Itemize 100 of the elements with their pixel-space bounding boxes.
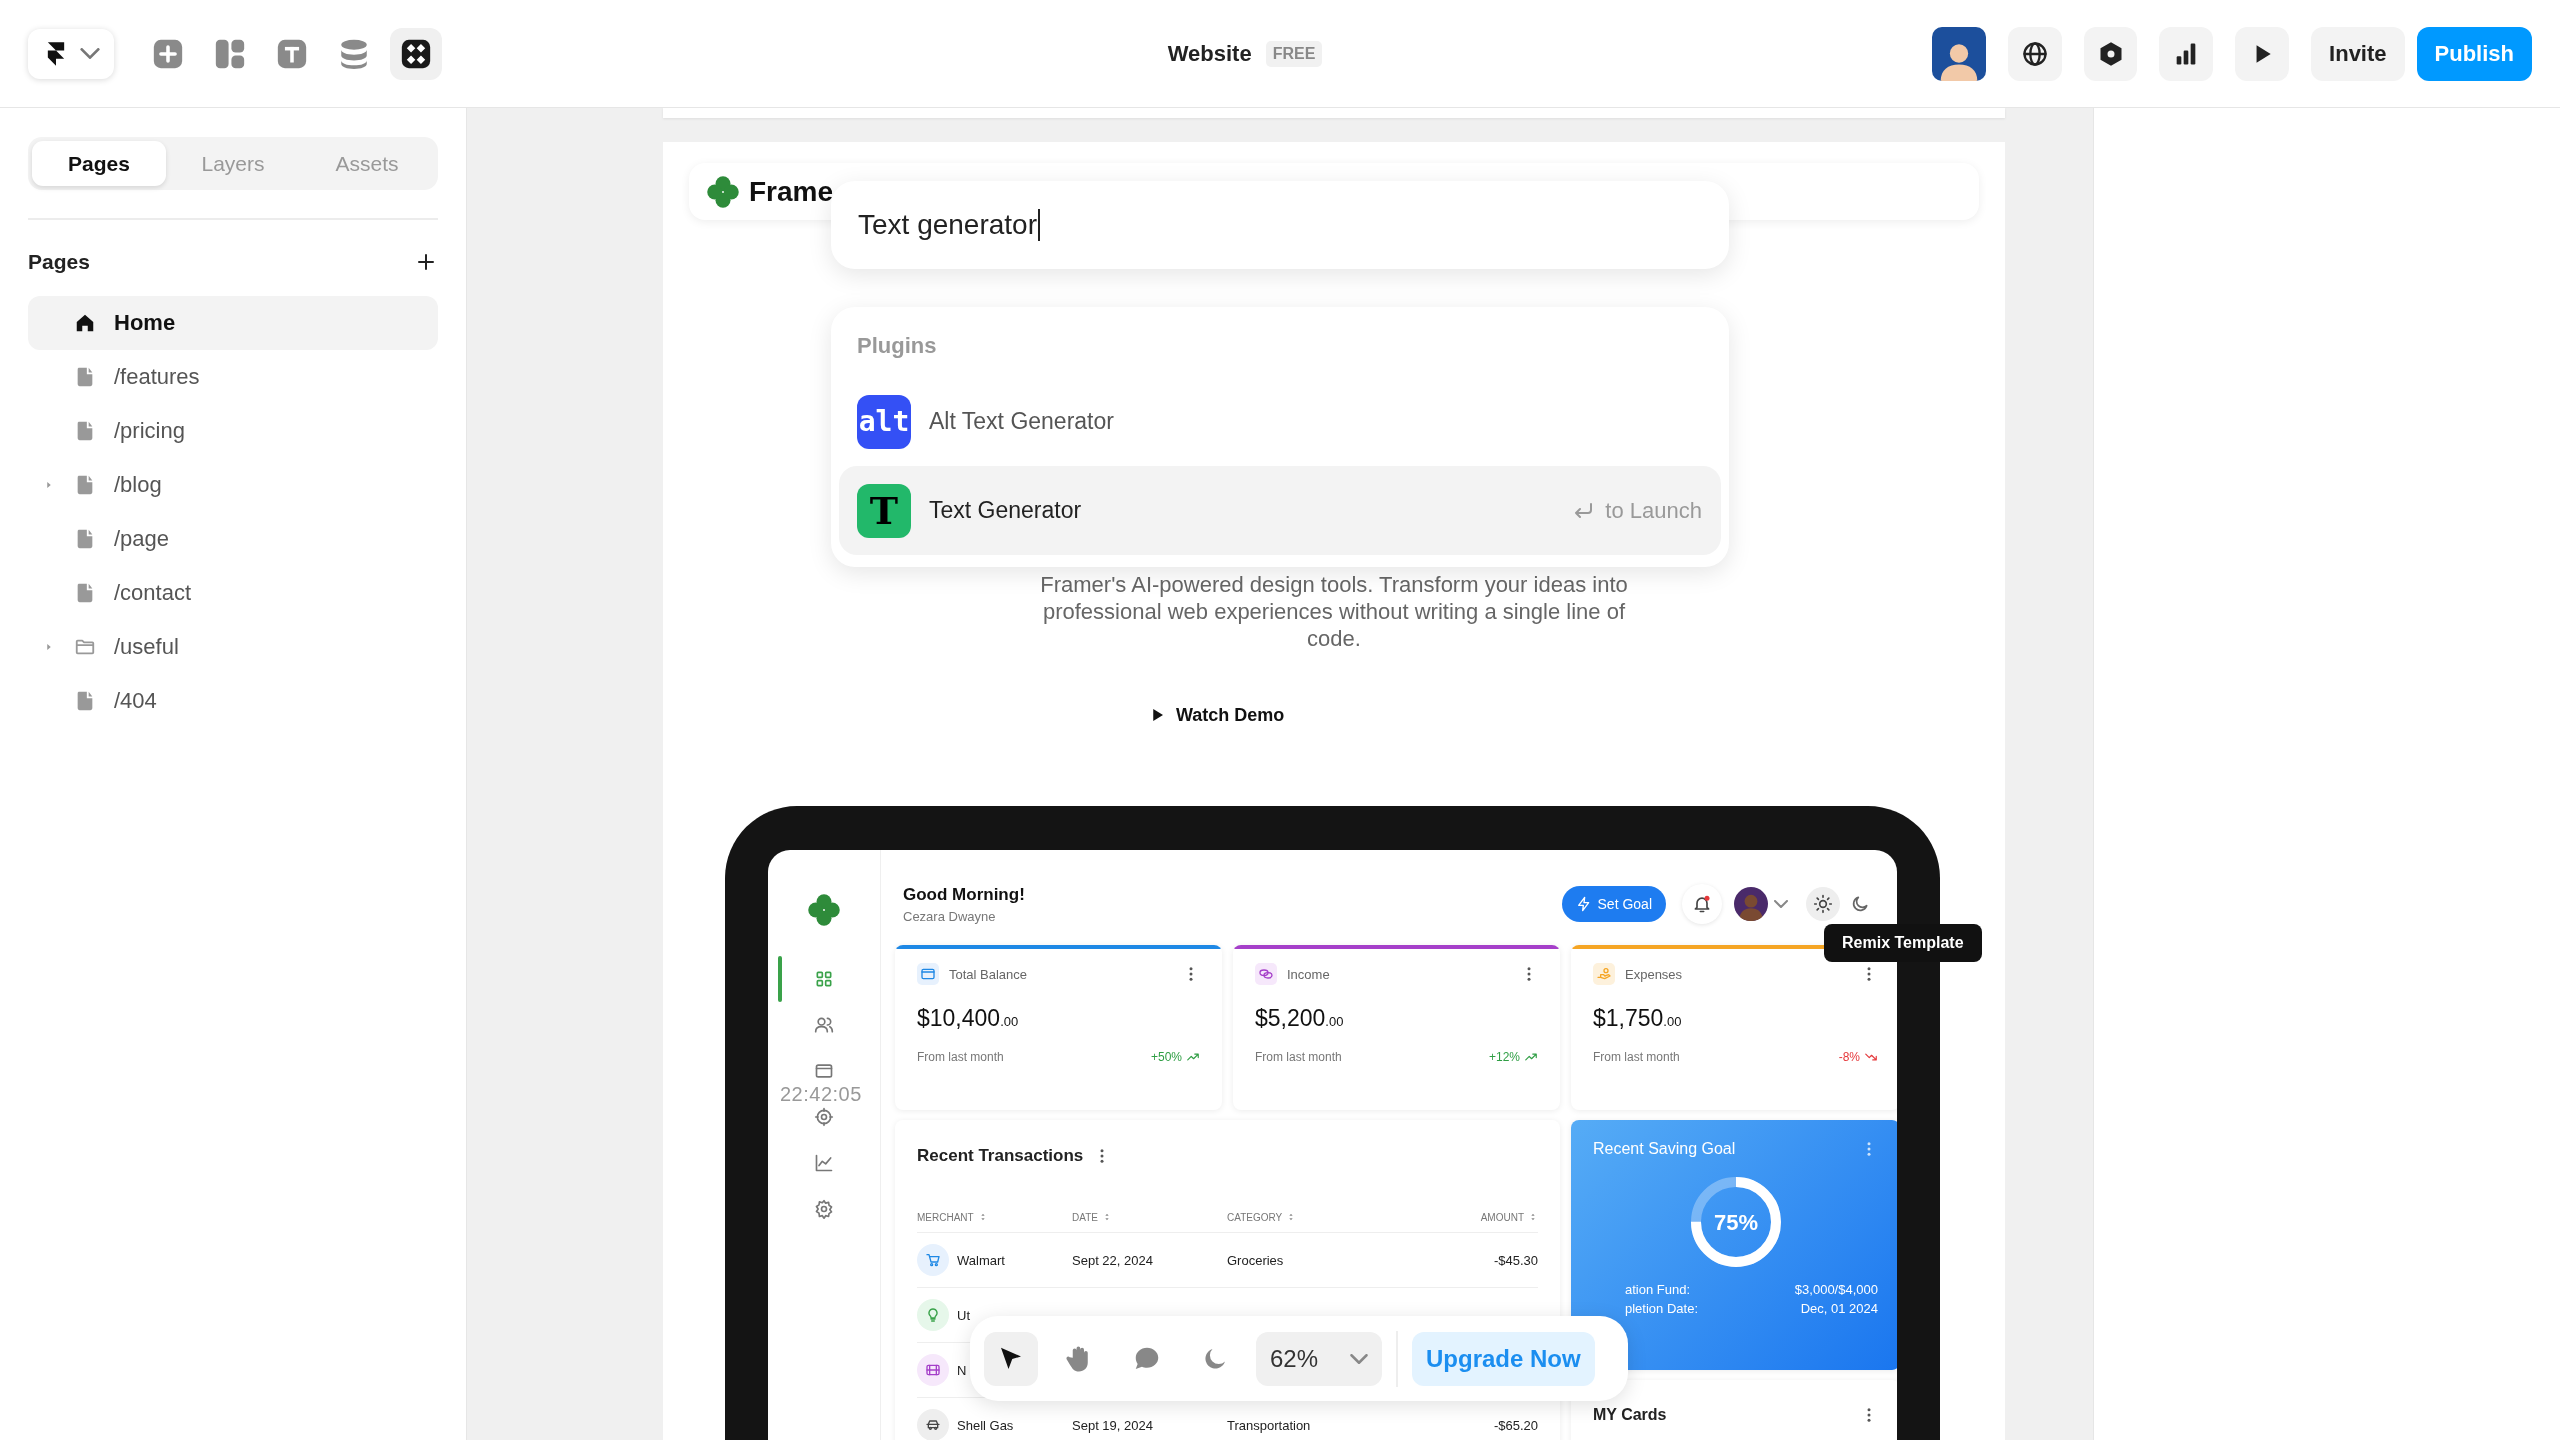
- detail-label: pletion Date:: [1625, 1301, 1698, 1316]
- hand-coin-icon: [1596, 966, 1612, 982]
- moon-icon[interactable]: [1850, 894, 1870, 914]
- notification-button[interactable]: [1682, 884, 1722, 924]
- globe-icon: [2020, 39, 2049, 68]
- trend-down-icon: [1864, 1050, 1878, 1064]
- page-item[interactable]: /pricing: [28, 404, 438, 458]
- plugin-icon: T: [857, 483, 911, 538]
- detail-value: $3,000/$4,000: [1794, 1282, 1878, 1297]
- table-cell: Sept 19, 2024: [1072, 1417, 1153, 1433]
- amount: $1,750.00: [1593, 1005, 1683, 1032]
- table-cell: Groceries: [1227, 1252, 1284, 1268]
- zoom-dropdown[interactable]: 62%: [1256, 1331, 1382, 1386]
- amount: $10,400.00: [917, 1005, 1020, 1032]
- table-cell: -$65.20: [1493, 1417, 1538, 1433]
- greeting: Good Morning!: [903, 884, 1026, 905]
- chevron-icon: [1350, 1353, 1368, 1364]
- card-title: Recent Saving Goal: [1593, 1140, 1737, 1158]
- analytics-button[interactable]: [2159, 26, 2214, 81]
- trend-up-icon: [1186, 1050, 1200, 1064]
- chart-icon: [814, 1153, 834, 1173]
- clover-logo-icon: [705, 173, 741, 210]
- bulb-icon: [925, 1307, 941, 1323]
- page-item[interactable]: /features: [28, 350, 438, 404]
- wallet-icon: [920, 966, 936, 982]
- change-value: +50%: [1150, 1050, 1182, 1064]
- avatar: [1734, 887, 1768, 921]
- clover-logo-icon: [806, 892, 842, 928]
- column-header[interactable]: MERCHANT: [917, 1211, 974, 1223]
- card-title: Income: [1287, 966, 1331, 982]
- user-name: Cezara Dwayne: [903, 908, 997, 924]
- target-icon: [814, 1107, 834, 1127]
- film-icon: [925, 1362, 941, 1378]
- bolt-icon: [1575, 896, 1592, 912]
- project-title: Website: [1167, 40, 1252, 67]
- trend-up-icon: [1524, 1050, 1538, 1064]
- light-mode-button[interactable]: [1806, 887, 1840, 921]
- hexagon-button[interactable]: [2083, 26, 2138, 81]
- hero-description: Framer's AI-powered design tools. Transform your ideas into professional web experiences without writing a single line of code.: [1039, 571, 1629, 652]
- column-header[interactable]: AMOUNT: [1480, 1211, 1524, 1223]
- result-label: Alt Text Generator: [929, 408, 1115, 435]
- cart-icon: [925, 1252, 941, 1268]
- result-item[interactable]: alt Alt Text Generator: [839, 377, 1721, 466]
- card-note: From last month: [1255, 1050, 1342, 1064]
- page-item[interactable]: /404: [28, 674, 438, 728]
- section-title: Pages: [28, 250, 90, 274]
- search-field[interactable]: Text generator: [831, 181, 1729, 269]
- card-title: Recent Transactions: [917, 1146, 1084, 1166]
- logo-menu-button[interactable]: [28, 28, 114, 79]
- table-cell: Shell Gas: [957, 1417, 1014, 1433]
- preview-button[interactable]: [2235, 26, 2290, 81]
- sun-icon: [1813, 894, 1833, 914]
- user-menu[interactable]: [1734, 887, 1788, 921]
- coins-icon: [1258, 966, 1274, 982]
- column-header[interactable]: DATE: [1072, 1211, 1098, 1223]
- page-item[interactable]: Home: [28, 296, 438, 350]
- table-cell: -$45.30: [1493, 1252, 1538, 1268]
- toolbar-button[interactable]: [390, 27, 442, 80]
- result-item[interactable]: T Text Generator to Launch: [839, 466, 1721, 555]
- tool-button[interactable]: [984, 1331, 1038, 1386]
- table-cell: Walmart: [957, 1252, 1005, 1268]
- change-value: -8%: [1838, 1050, 1860, 1064]
- invite-button[interactable]: Invite: [2311, 26, 2405, 81]
- avatar[interactable]: [1932, 26, 1986, 81]
- watch-demo-link[interactable]: Watch Demo: [1148, 700, 1285, 730]
- chevron-icon: [80, 48, 100, 59]
- car-icon: [925, 1417, 941, 1433]
- users-icon: [814, 1015, 834, 1035]
- page-item[interactable]: /contact: [28, 566, 438, 620]
- section-label: Plugins: [857, 333, 938, 359]
- panel-tab[interactable]: Pages: [32, 141, 166, 186]
- change-value: +12%: [1488, 1050, 1520, 1064]
- table-cell: Sept 22, 2024: [1072, 1252, 1153, 1268]
- page-item[interactable]: /page: [28, 512, 438, 566]
- bell-icon: [1692, 894, 1712, 914]
- card-note: From last month: [1593, 1050, 1680, 1064]
- wallet-icon: [814, 1061, 834, 1081]
- set-goal-button[interactable]: Set Goal: [1561, 886, 1666, 922]
- card-note: From last month: [917, 1050, 1004, 1064]
- detail-label: ation Fund:: [1625, 1282, 1691, 1297]
- home-icon: [74, 312, 96, 334]
- table-cell: Ut: [957, 1307, 970, 1323]
- grid-icon: [814, 969, 834, 989]
- site-logo-text: Frame: [749, 175, 834, 208]
- globe-button[interactable]: [2007, 26, 2062, 81]
- plugin-icon: alt: [857, 394, 911, 449]
- chevron-icon: [1774, 900, 1788, 908]
- table-cell: N: [957, 1362, 967, 1378]
- page-item[interactable]: /useful: [28, 620, 438, 674]
- launch-hint: to Launch: [1605, 497, 1702, 524]
- column-header[interactable]: CATEGORY: [1227, 1211, 1283, 1223]
- page-item[interactable]: /blog: [28, 458, 438, 512]
- card-title: Expenses: [1625, 966, 1684, 982]
- settings-icon: [814, 1199, 834, 1219]
- table-cell: Transportation: [1227, 1417, 1311, 1433]
- amount: $5,200.00: [1255, 1005, 1345, 1032]
- remix-tooltip: Remix Template: [1824, 924, 1982, 962]
- card-title: MY Cards: [1593, 1406, 1668, 1424]
- detail-value: Dec, 01 2024: [1800, 1301, 1878, 1316]
- result-label: Text Generator: [929, 497, 1083, 524]
